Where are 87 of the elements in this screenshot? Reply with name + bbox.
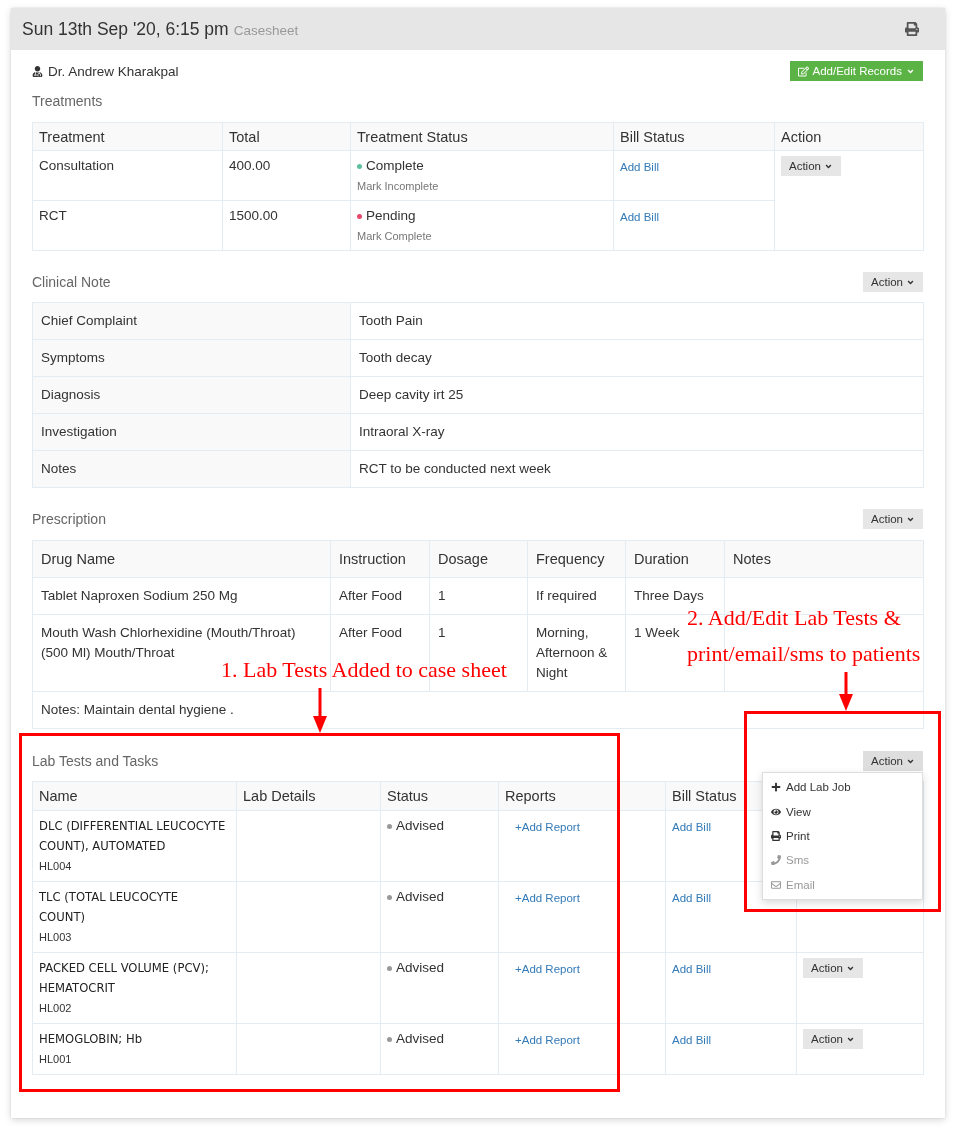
status-text: Advised bbox=[396, 888, 445, 906]
page-subtitle: Casesheet bbox=[233, 22, 299, 38]
lab-test-code: HL004 bbox=[39, 859, 72, 874]
add-bill-link[interactable]: Add Bill bbox=[620, 208, 659, 226]
phone-icon bbox=[771, 855, 781, 866]
column-header: Total bbox=[222, 122, 351, 151]
casesheet-date: Sun 13th Sep '20, 6:15 pm bbox=[22, 18, 229, 40]
table-cell: If required bbox=[527, 577, 626, 615]
table-cell: Chief Complaint bbox=[32, 302, 351, 340]
column-header: Status bbox=[380, 781, 499, 811]
table-cell: Morning, Afternoon & Night bbox=[527, 614, 626, 692]
annotation-text: 1. Lab Tests Added to case sheet bbox=[221, 657, 507, 682]
table-cell: Deep cavity irt 25 bbox=[350, 376, 924, 414]
table-cell: Notes bbox=[32, 450, 351, 488]
plus-icon bbox=[771, 782, 781, 793]
column-header: Frequency bbox=[527, 540, 626, 578]
printer-icon[interactable] bbox=[905, 22, 919, 36]
column-header: Name bbox=[32, 781, 237, 811]
table-cell: Diagnosis bbox=[32, 376, 351, 414]
column-header: Instruction bbox=[330, 540, 430, 578]
add-bill-link[interactable]: Add Bill bbox=[672, 818, 711, 836]
table-cell: 1 bbox=[429, 577, 528, 615]
table-cell: Tooth decay bbox=[350, 339, 924, 377]
table-cell: Intraoral X-ray bbox=[350, 413, 924, 451]
envelope-icon bbox=[771, 879, 781, 890]
column-header: Notes bbox=[724, 540, 924, 578]
add-report-link[interactable]: +Add Report bbox=[515, 818, 580, 836]
column-header: Drug Name bbox=[32, 540, 331, 578]
add-report-link[interactable]: +Add Report bbox=[515, 960, 580, 978]
table-cell: Investigation bbox=[32, 413, 351, 451]
lab-test-name: HEMOGLOBIN; Hb bbox=[39, 1031, 144, 1048]
status-text: Advised bbox=[396, 959, 445, 977]
action-button[interactable]: Action bbox=[863, 751, 923, 771]
table-cell: 400.00 bbox=[222, 150, 351, 201]
section-title: Treatments bbox=[32, 93, 103, 109]
section-title: Clinical Note bbox=[32, 274, 111, 290]
lab-test-code: HL002 bbox=[39, 1001, 72, 1016]
menu-item[interactable]: Print bbox=[763, 823, 922, 849]
table-cell: 1500.00 bbox=[222, 200, 351, 251]
add-bill-link[interactable]: Add Bill bbox=[672, 1031, 711, 1049]
add-report-link[interactable]: +Add Report bbox=[515, 889, 580, 907]
table-cell: RCT to be conducted next week bbox=[350, 450, 924, 488]
column-header: Treatment Status bbox=[350, 122, 614, 151]
add-bill-link[interactable]: Add Bill bbox=[672, 889, 711, 907]
status-text: Complete bbox=[366, 157, 424, 175]
column-header: Treatment bbox=[32, 122, 223, 151]
lab-test-code: HL001 bbox=[39, 1052, 72, 1067]
add-bill-link[interactable]: Add Bill bbox=[620, 158, 659, 176]
column-header: Dosage bbox=[429, 540, 528, 578]
status-toggle-link[interactable]: Mark Incomplete bbox=[357, 179, 439, 193]
action-button[interactable]: Action bbox=[803, 958, 863, 978]
table-cell: Notes: Maintain dental hygiene . bbox=[32, 691, 924, 729]
column-header: Action bbox=[774, 122, 924, 151]
column-header: Lab Details bbox=[236, 781, 381, 811]
lab-test-name: TLC (TOTAL LEUCOCYTE COUNT) bbox=[39, 889, 180, 926]
pointer-arrow bbox=[313, 688, 327, 733]
status-toggle-link[interactable]: Mark Complete bbox=[357, 229, 432, 243]
table-cell: Symptoms bbox=[32, 339, 351, 377]
lab-test-code: HL003 bbox=[39, 930, 72, 945]
action-button[interactable]: Action bbox=[803, 1029, 863, 1049]
status-text: Advised bbox=[396, 817, 445, 835]
lab-test-name: PACKED CELL VOLUME (PCV); HEMATOCRIT bbox=[39, 960, 210, 997]
pointer-arrow bbox=[839, 672, 853, 711]
lab-test-name: DLC (DIFFERENTIAL LEUCOCYTE COUNT), AUTOMATED bbox=[39, 818, 226, 855]
table-cell: Consultation bbox=[32, 150, 223, 201]
action-button[interactable]: Action bbox=[781, 156, 841, 176]
printer-icon bbox=[771, 830, 781, 841]
add-edit-records-button[interactable]: Add/Edit Records bbox=[789, 61, 923, 81]
add-bill-link[interactable]: Add Bill bbox=[672, 960, 711, 978]
status-text: Advised bbox=[396, 1030, 445, 1048]
add-report-link[interactable]: +Add Report bbox=[515, 1031, 580, 1049]
table-cell: Tooth Pain bbox=[350, 302, 924, 340]
column-header: Reports bbox=[498, 781, 666, 811]
doctor-name: Dr. Andrew Kharakpal bbox=[48, 63, 179, 79]
action-button[interactable]: Action bbox=[863, 272, 923, 292]
table-cell: After Food bbox=[330, 577, 430, 615]
eye-icon bbox=[771, 806, 781, 817]
doctor-icon bbox=[32, 65, 43, 77]
section-title: Prescription bbox=[32, 511, 106, 527]
column-header: Duration bbox=[625, 540, 725, 578]
action-button[interactable]: Action bbox=[863, 509, 923, 529]
column-header: Bill Status bbox=[613, 122, 775, 151]
section-title: Lab Tests and Tasks bbox=[32, 753, 159, 769]
table-cell: RCT bbox=[32, 200, 223, 251]
status-text: Pending bbox=[366, 207, 416, 225]
edit-icon bbox=[797, 65, 809, 77]
table-cell: Tablet Naproxen Sodium 250 Mg bbox=[32, 577, 331, 615]
